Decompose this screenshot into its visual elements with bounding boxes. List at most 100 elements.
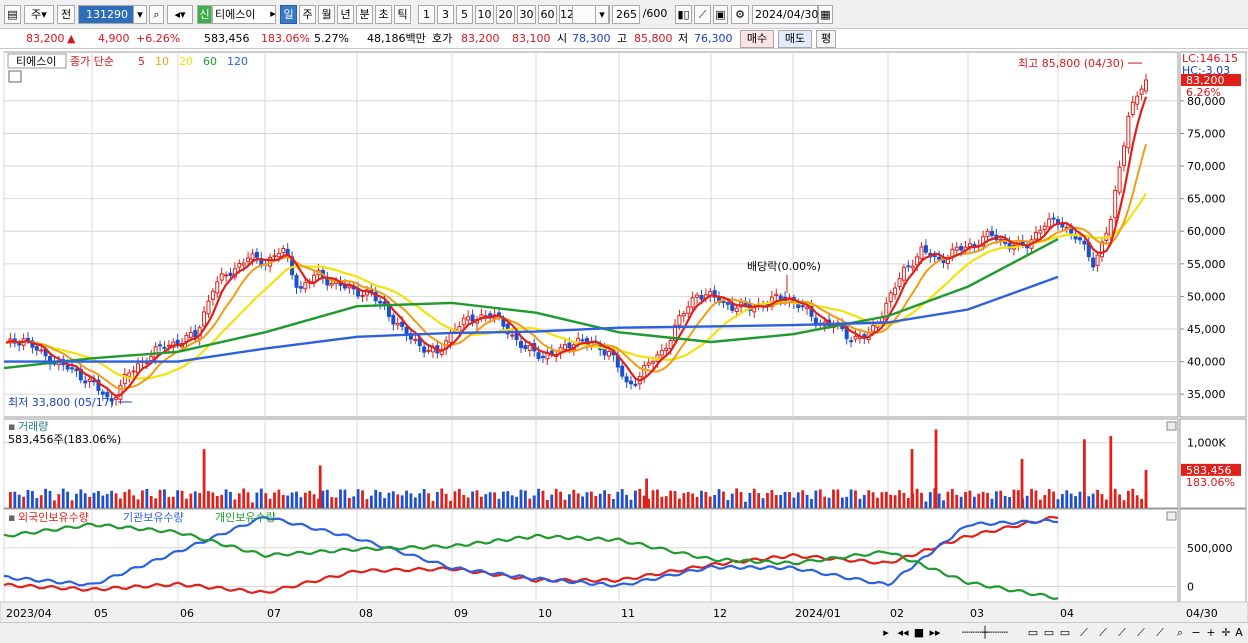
price-tick-label: 60,000 bbox=[1187, 225, 1226, 238]
volume-bar bbox=[321, 490, 325, 508]
trend-icon-4[interactable]: ⟋ bbox=[1133, 626, 1149, 641]
buy-button[interactable]: 매수 bbox=[740, 30, 774, 48]
zoom-icon[interactable]: ⌕ bbox=[1172, 626, 1188, 641]
eval-button[interactable]: 평 bbox=[816, 30, 836, 48]
candle bbox=[228, 272, 233, 277]
period-tab[interactable]: 틱 bbox=[394, 5, 411, 24]
prev-button[interactable]: 전 bbox=[57, 5, 75, 24]
interval-button[interactable]: 60 bbox=[538, 5, 557, 24]
candle bbox=[796, 303, 801, 309]
period-tab[interactable]: 월 bbox=[318, 5, 335, 24]
chart-area[interactable]: 2023/04 05 06 07 08 09 10 11 12 2024/01 02 03 04 04/3… bbox=[0, 49, 1248, 625]
period-tab[interactable]: 주 bbox=[299, 5, 316, 24]
period-tab[interactable]: 초 bbox=[375, 5, 392, 24]
volume-peak-bar bbox=[1109, 436, 1113, 508]
volume-value: 583,456 bbox=[204, 32, 250, 45]
volume-bar bbox=[479, 496, 483, 508]
volume-peak-bar bbox=[318, 465, 322, 508]
zoom-out-icon[interactable]: − bbox=[1190, 626, 1202, 641]
volume-bar bbox=[774, 495, 778, 508]
interval-button[interactable]: 5 bbox=[456, 5, 473, 24]
candle bbox=[910, 265, 915, 269]
interval-button[interactable]: 3 bbox=[437, 5, 454, 24]
open-price: 78,300 bbox=[572, 32, 611, 45]
interval-dropdown-icon[interactable]: ▾ bbox=[595, 5, 609, 24]
volume-bar bbox=[268, 498, 272, 508]
code-dropdown-icon[interactable]: ▾ bbox=[133, 5, 147, 24]
volume-bar bbox=[744, 501, 747, 508]
volume-bar bbox=[396, 494, 400, 508]
volume-bar bbox=[752, 488, 756, 508]
scroll-right-icon[interactable]: ▸ bbox=[880, 626, 892, 641]
trend-icon-1[interactable]: ⟋ bbox=[1076, 626, 1092, 641]
menu-icon[interactable]: ▤ bbox=[4, 5, 21, 24]
stock-chart[interactable]: 2023/04 05 06 07 08 09 10 11 12 2024/01 02 03 04 04/3… bbox=[0, 49, 1248, 625]
zoom-in-icon[interactable]: + bbox=[1205, 626, 1217, 641]
candle-type-icon[interactable]: ▮▯ bbox=[675, 5, 692, 24]
interval-button[interactable]: 10 bbox=[475, 5, 494, 24]
fast-forward-icon[interactable]: ▸▸ bbox=[928, 626, 942, 641]
volume-bar bbox=[620, 489, 624, 508]
period-tab[interactable]: 년 bbox=[337, 5, 354, 24]
candle bbox=[562, 344, 567, 350]
volume-bar bbox=[409, 493, 413, 508]
candle bbox=[448, 332, 453, 344]
sell-button[interactable]: 매도 bbox=[778, 30, 812, 48]
ask-price: 83,200 bbox=[461, 32, 500, 45]
period-tab[interactable]: 분 bbox=[356, 5, 373, 24]
rewind-icon[interactable]: ◂◂ bbox=[896, 626, 910, 641]
volume-bar bbox=[563, 499, 567, 508]
line-tool-icon[interactable]: ⟋ bbox=[694, 5, 711, 24]
volume-bar bbox=[942, 500, 945, 508]
volume-bar bbox=[567, 494, 571, 508]
period-tab[interactable]: 일 bbox=[280, 5, 297, 24]
volume-bar bbox=[700, 490, 703, 508]
font-size-icon[interactable]: A bbox=[1233, 626, 1245, 641]
volume-bar bbox=[708, 496, 712, 508]
volume-bar bbox=[176, 490, 180, 508]
volume-bar bbox=[198, 493, 202, 508]
volume-bar bbox=[836, 489, 840, 508]
low-label: 저 bbox=[678, 32, 689, 45]
stop-icon[interactable]: ■ bbox=[913, 626, 925, 641]
volume-bar bbox=[770, 490, 774, 508]
volume-bar bbox=[823, 496, 827, 508]
interval-button[interactable]: 20 bbox=[496, 5, 515, 24]
volume-bar bbox=[105, 494, 109, 508]
save-icon[interactable]: ▣ bbox=[713, 5, 728, 24]
count-input[interactable]: 265 bbox=[612, 5, 640, 24]
open-label: 시 bbox=[557, 32, 568, 45]
trend-icon-3[interactable]: ⟋ bbox=[1114, 626, 1130, 641]
candle bbox=[677, 315, 682, 326]
layout-icon-2[interactable]: ▭ bbox=[1042, 626, 1056, 641]
layout-icon-1[interactable]: ▭ bbox=[1026, 626, 1040, 641]
volume-bar bbox=[1122, 500, 1126, 508]
volume-bar bbox=[237, 493, 241, 508]
period-type-select[interactable]: 주▾ bbox=[24, 5, 54, 24]
speaker-icon[interactable]: ◂▾ bbox=[167, 5, 193, 24]
volume-bar bbox=[554, 488, 558, 508]
crosshair-icon[interactable]: ✛ bbox=[1220, 626, 1232, 641]
volume-bar bbox=[590, 491, 593, 508]
volume-bar bbox=[928, 492, 932, 508]
trend-icon-2[interactable]: ⟋ bbox=[1095, 626, 1111, 641]
stock-code-input[interactable]: 131290 bbox=[78, 5, 136, 24]
volume-bar bbox=[722, 491, 725, 508]
stock-name-field[interactable]: 티에스이 bbox=[212, 5, 276, 24]
calendar-icon[interactable]: ▦ bbox=[818, 5, 833, 24]
volume-bar bbox=[651, 490, 655, 508]
date-field[interactable]: 2024/04/30 bbox=[752, 5, 818, 24]
volume-bar bbox=[308, 490, 312, 508]
gear-icon[interactable]: ⚙ bbox=[731, 5, 749, 24]
volume-bar bbox=[167, 497, 171, 508]
trend-icon-5[interactable]: ⟋ bbox=[1152, 626, 1168, 641]
zoom-slider[interactable]: ┄┄┄┼┄┄┄ bbox=[950, 626, 1020, 641]
candle bbox=[646, 362, 651, 366]
interval-button[interactable]: 30 bbox=[517, 5, 536, 24]
interval-button[interactable]: 1 bbox=[418, 5, 435, 24]
volume-bar bbox=[920, 492, 923, 508]
volume-bar bbox=[704, 491, 708, 508]
search-icon[interactable]: ⌕ bbox=[149, 5, 164, 24]
name-dropdown-icon[interactable]: ▸ bbox=[268, 5, 278, 24]
layout-icon-3[interactable]: ▭ bbox=[1058, 626, 1072, 641]
